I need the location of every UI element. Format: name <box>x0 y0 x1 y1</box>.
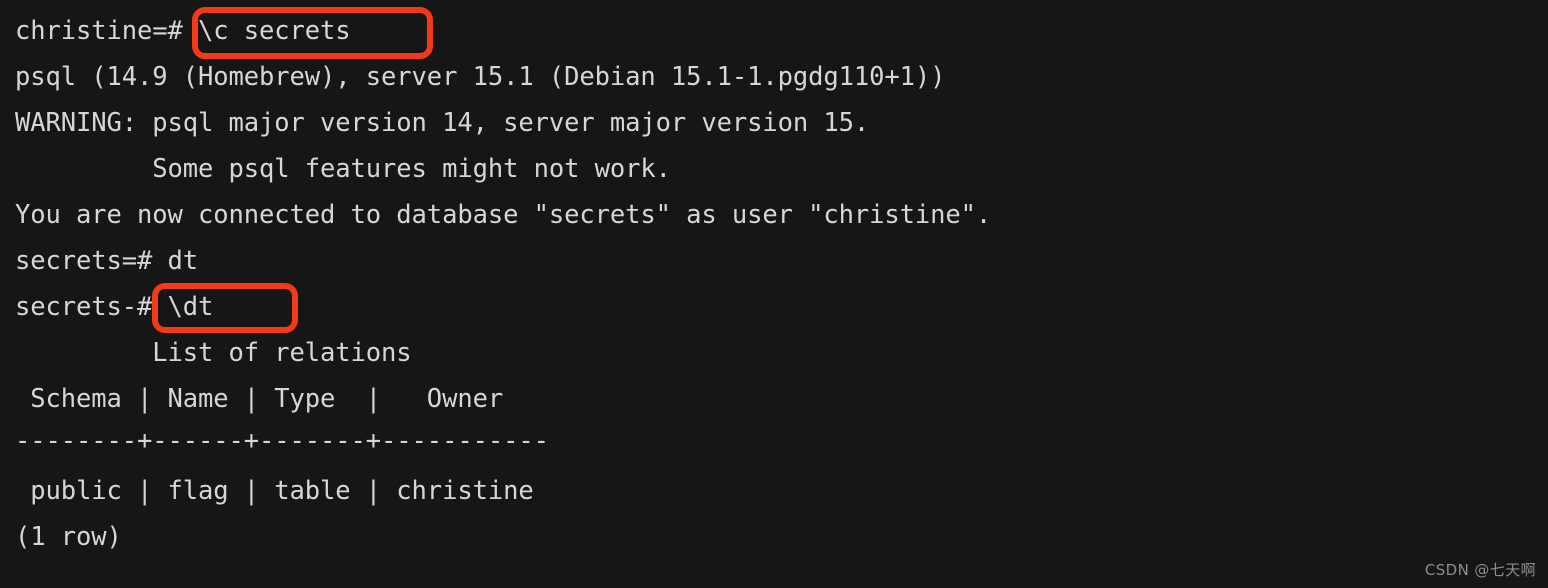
terminal-line-connect-command: christine=# \c secrets <box>15 16 351 46</box>
terminal-line-connected: You are now connected to database "secre… <box>15 200 992 230</box>
terminal-line-mistyped-command: secrets=# dt <box>15 246 199 276</box>
terminal-line-table-header: Schema | Name | Type | Owner <box>15 384 504 414</box>
terminal-line-warning: WARNING: psql major version 14, server m… <box>15 108 870 138</box>
terminal-line-table-caption: List of relations <box>15 338 412 368</box>
terminal-line-list-tables-command: secrets-# \dt <box>15 292 214 322</box>
terminal-line-table-row: public | flag | table | christine <box>15 476 534 506</box>
terminal-line-table-separator: --------+------+-------+----------- <box>15 426 549 456</box>
terminal-line-warning-detail: Some psql features might not work. <box>15 154 671 184</box>
terminal-window[interactable]: christine=# \c secrets psql (14.9 (Homeb… <box>0 0 1548 588</box>
terminal-line-psql-version: psql (14.9 (Homebrew), server 15.1 (Debi… <box>15 62 946 92</box>
terminal-line-row-count: (1 row) <box>15 522 122 552</box>
watermark-label: CSDN @七天啊 <box>1424 561 1536 579</box>
